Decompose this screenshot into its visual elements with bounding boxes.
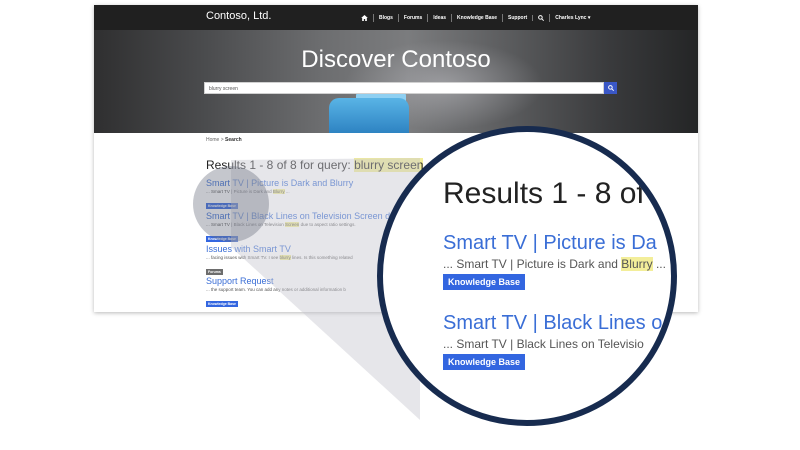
zoom-search-result: Smart TV | Picture is Da ... Smart TV | … (443, 232, 666, 290)
zoom-results-heading: Results 1 - 8 of (443, 177, 645, 210)
zoom-result-title[interactable]: Smart TV | Black Lines o (443, 312, 662, 335)
zoom-result-snippet: ... Smart TV | Black Lines on Televisio (443, 337, 644, 351)
zoom-result-badge[interactable]: Knowledge Base (443, 274, 526, 290)
zoom-search-result: Smart TV | Black Lines o ... Smart TV | … (443, 312, 662, 370)
zoom-result-badge[interactable]: Knowledge Base (443, 354, 526, 370)
zoom-magnifier: Results 1 - 8 of Smart TV | Picture is D… (377, 126, 677, 426)
magnifier-focus-circle (193, 166, 269, 242)
zoom-result-title[interactable]: Smart TV | Picture is Da (443, 232, 666, 255)
zoom-result-snippet: ... Smart TV | Picture is Dark and Blurr… (443, 257, 666, 271)
